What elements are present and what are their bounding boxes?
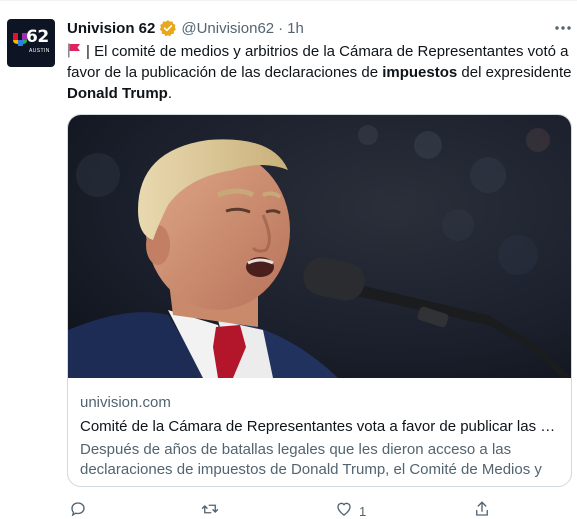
red-flag-icon [68, 43, 80, 58]
retweet-button[interactable] [201, 500, 219, 518]
more-options-icon[interactable] [552, 20, 574, 36]
separator-dot: · [278, 19, 284, 37]
link-card[interactable]: univision.com Comité de la Cámara de Rep… [67, 114, 572, 487]
like-button[interactable]: 1 [335, 500, 366, 519]
tweet-text-part-3: . [167, 85, 173, 102]
share-icon [476, 501, 488, 516]
top-divider [0, 0, 577, 1]
avatar[interactable]: 62 AUSTIN [7, 19, 55, 67]
reply-icon [71, 502, 85, 517]
tweet-actions: 1 [67, 500, 572, 519]
author-handle[interactable]: @Univision62 [181, 20, 274, 37]
heart-icon [337, 502, 351, 516]
verified-badge-icon [160, 20, 177, 37]
tweet-time[interactable]: 1h [287, 20, 304, 37]
author-name[interactable]: Univision 62 [67, 20, 155, 37]
card-title: Comité de la Cámara de Representantes vo… [80, 418, 560, 435]
tweet-header: Univision 62 @Univision62 · 1h [67, 18, 304, 38]
tweet-text: | El comité de medios y arbitrios de la … [67, 41, 572, 104]
avatar-city: AUSTIN [29, 48, 50, 54]
avatar-number: 62 [26, 27, 49, 47]
tweet-text-part-2: del expresidente [457, 64, 572, 81]
tweet-text-bold-2: Donald Trump [67, 85, 168, 102]
card-domain: univision.com [80, 394, 171, 411]
reply-button[interactable] [69, 500, 87, 518]
share-button[interactable] [473, 500, 491, 518]
retweet-icon [201, 504, 219, 514]
card-image [68, 115, 571, 378]
card-description: Después de años de batallas legales que … [80, 441, 542, 478]
tweet-text-bold-1: impuestos [382, 64, 458, 81]
